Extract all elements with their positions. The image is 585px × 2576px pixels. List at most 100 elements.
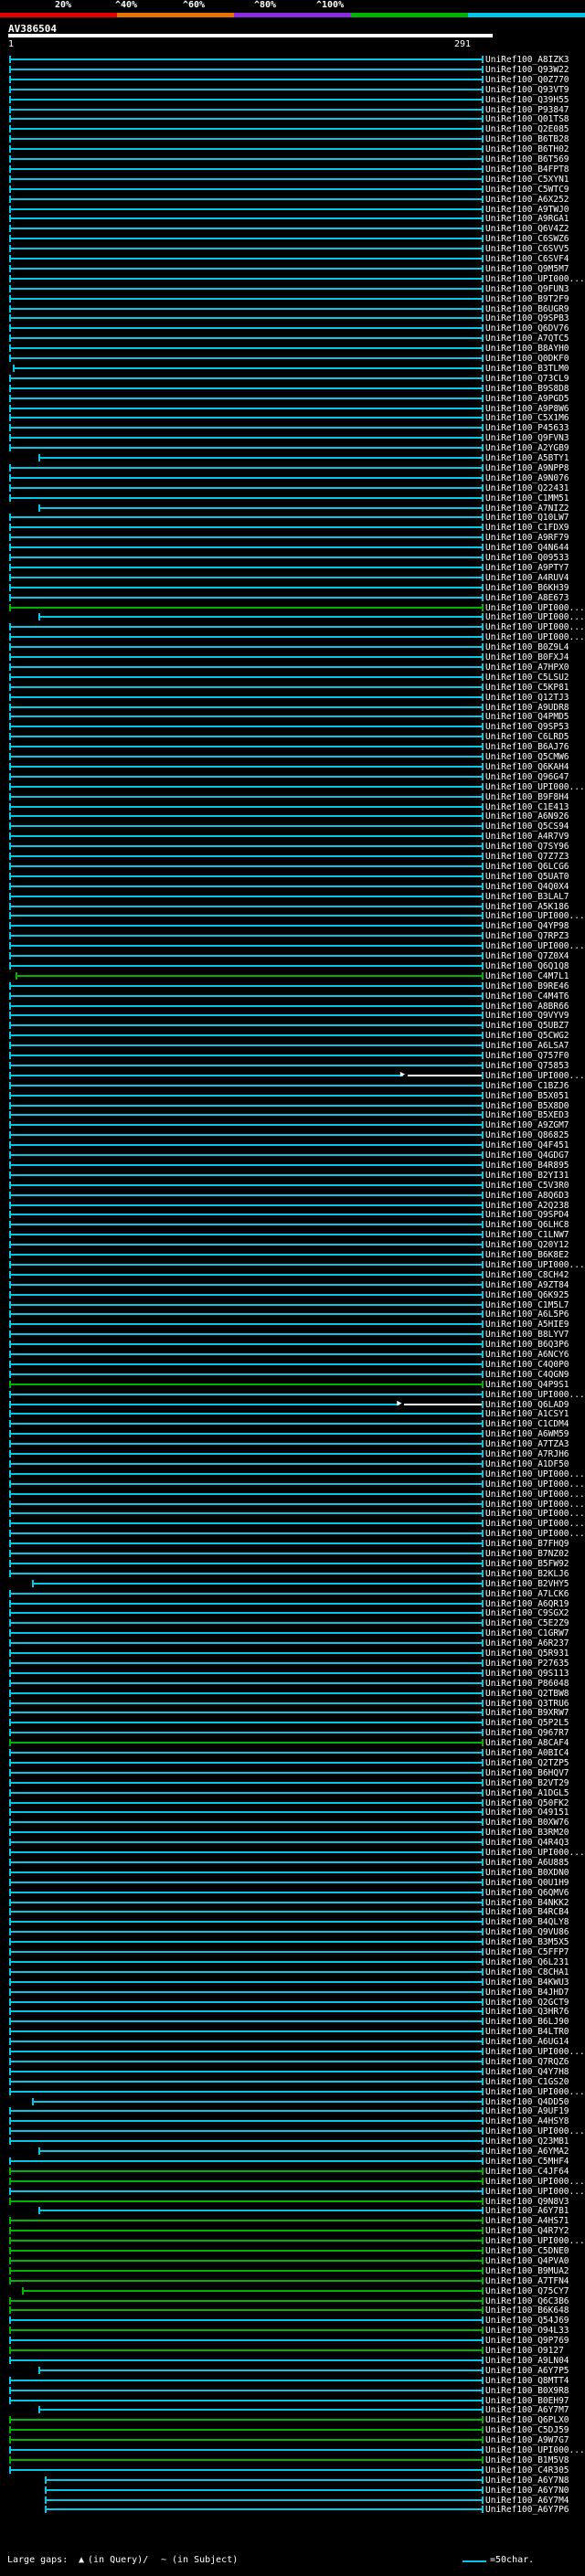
hit-row[interactable]: UniRef100_A0BIC4	[0, 1748, 585, 1758]
hit-label[interactable]: UniRef100_Q4F451	[485, 1140, 569, 1150]
hit-row[interactable]: UniRef100_A4RUV4	[0, 573, 585, 583]
hit-row[interactable]: UniRef100_Q4F451	[0, 1140, 585, 1150]
hit-row[interactable]: UniRef100_O9127	[0, 2346, 585, 2356]
hit-row[interactable]: UniRef100_C1BZJ6	[0, 1081, 585, 1091]
hit-row[interactable]: UniRef100_C1FDX9	[0, 523, 585, 533]
hit-label[interactable]: UniRef100_C5LSU2	[485, 673, 569, 683]
hit-row[interactable]: UniRef100_Q50FK2	[0, 1798, 585, 1808]
hit-label[interactable]: UniRef100_P86048	[485, 1679, 569, 1689]
hit-row[interactable]: UniRef100_C5KP81	[0, 683, 585, 693]
hit-label[interactable]: UniRef100_B8LYV7	[485, 1330, 569, 1340]
hit-label[interactable]: UniRef100_Q6DV76	[485, 323, 569, 334]
hit-label[interactable]: UniRef100_B6Q3P6	[485, 1340, 569, 1350]
hit-row[interactable]: UniRef100_C5MHF4	[0, 2157, 585, 2167]
hit-label[interactable]: UniRef100_C1BZJ6	[485, 1081, 569, 1091]
hit-row[interactable]: UniRef100_Q757F0	[0, 1051, 585, 1061]
hit-row[interactable]: UniRef100_A6Y7B1	[0, 2206, 585, 2216]
hit-row[interactable]: UniRef100_Q3TRU6	[0, 1699, 585, 1709]
hit-row[interactable]: UniRef100_A6Y7N8	[0, 2475, 585, 2486]
hit-row[interactable]: UniRef100_C5XYN1	[0, 175, 585, 185]
hit-row[interactable]: UniRef100_Q22431	[0, 483, 585, 493]
hit-row[interactable]: UniRef100_B4KWU3	[0, 1977, 585, 1988]
hit-row[interactable]: UniRef100_Q86825	[0, 1130, 585, 1140]
hit-label[interactable]: UniRef100_UPI000...	[485, 1260, 585, 1270]
hit-row[interactable]: UniRef100_A8E673	[0, 593, 585, 603]
hit-label[interactable]: UniRef100_UPI000...	[485, 1509, 585, 1519]
hit-row[interactable]: UniRef100_UPI000...	[0, 2087, 585, 2097]
hit-label[interactable]: UniRef100_A8IZK3	[485, 55, 569, 65]
hit-row[interactable]: UniRef100_P27635	[0, 1659, 585, 1669]
hit-label[interactable]: UniRef100_A6YMA2	[485, 2147, 569, 2157]
hit-label[interactable]: UniRef100_A9UDR8	[485, 703, 569, 713]
hit-row[interactable]: UniRef100_C1MM51	[0, 493, 585, 504]
hit-row[interactable]: UniRef100_A6Y7N0	[0, 2486, 585, 2496]
hit-row[interactable]: UniRef100_B9T2F9	[0, 294, 585, 304]
hit-row[interactable]: UniRef100_B4LTR0	[0, 2027, 585, 2037]
hit-label[interactable]: UniRef100_A6X252	[485, 195, 569, 205]
hit-row[interactable]: UniRef100_A6QR19	[0, 1599, 585, 1609]
hit-label[interactable]: UniRef100_UPI000...	[485, 1519, 585, 1529]
hit-row[interactable]: UniRef100_A7RJH6	[0, 1449, 585, 1459]
hit-label[interactable]: UniRef100_Q5R931	[485, 1648, 569, 1659]
hit-row[interactable]: UniRef100_Q0U1H9	[0, 1878, 585, 1888]
hit-label[interactable]: UniRef100_UPI000...	[485, 2126, 585, 2136]
hit-label[interactable]: UniRef100_Q3TRU6	[485, 1699, 569, 1709]
hit-label[interactable]: UniRef100_UPI000...	[485, 2047, 585, 2057]
hit-row[interactable]: UniRef100_C1GRW7	[0, 1628, 585, 1638]
hit-label[interactable]: UniRef100_UPI000...	[485, 782, 585, 792]
hit-row[interactable]: UniRef100_B9S8D8	[0, 384, 585, 394]
hit-label[interactable]: UniRef100_P27635	[485, 1659, 569, 1669]
hit-row[interactable]: UniRef100_Q9VU86	[0, 1927, 585, 1937]
hit-label[interactable]: UniRef100_A0BIC4	[485, 1748, 569, 1758]
hit-row[interactable]: UniRef100_Q5P2L5	[0, 1718, 585, 1728]
hit-row[interactable]: UniRef100_UPI000...	[0, 1529, 585, 1539]
hit-label[interactable]: UniRef100_Q7SY96	[485, 842, 569, 852]
hit-row[interactable]: UniRef100_C6SVV5	[0, 244, 585, 254]
hit-label[interactable]: UniRef100_Q39H55	[485, 95, 569, 105]
hit-row[interactable]: UniRef100_Q9S113	[0, 1669, 585, 1679]
hit-row[interactable]: UniRef100_C6LRD5	[0, 732, 585, 742]
hit-row[interactable]: UniRef100_A9ZT84	[0, 1280, 585, 1290]
hit-row[interactable]: UniRef100_B7FHQ9	[0, 1539, 585, 1549]
hit-label[interactable]: UniRef100_A5HIE9	[485, 1320, 569, 1330]
hit-row[interactable]: UniRef100_B0XDN0	[0, 1868, 585, 1878]
hit-label[interactable]: UniRef100_Q8MTT4	[485, 2376, 569, 2386]
hit-label[interactable]: UniRef100_C5WTC9	[485, 185, 569, 195]
hit-label[interactable]: UniRef100_C1M5L7	[485, 1300, 569, 1310]
hit-label[interactable]: UniRef100_B0XW76	[485, 1818, 569, 1828]
hit-label[interactable]: UniRef100_O94L33	[485, 2326, 569, 2336]
hit-row[interactable]: UniRef100_C4Q0P0	[0, 1360, 585, 1370]
hit-row[interactable]: UniRef100_Q6QMV6	[0, 1888, 585, 1898]
hit-label[interactable]: UniRef100_B6K648	[485, 2306, 569, 2316]
hit-label[interactable]: UniRef100_A6L5P6	[485, 1309, 569, 1320]
hit-label[interactable]: UniRef100_Q9VU86	[485, 1927, 569, 1937]
hit-row[interactable]: UniRef100_Q5CWG2	[0, 1031, 585, 1041]
hit-label[interactable]: UniRef100_B4QLY8	[485, 1917, 569, 1927]
hit-label[interactable]: UniRef100_A4R7V9	[485, 832, 569, 842]
hit-label[interactable]: UniRef100_A6Y7P6	[485, 2505, 569, 2515]
hit-row[interactable]: UniRef100_Q6L231	[0, 1957, 585, 1967]
hit-label[interactable]: UniRef100_Q7RQZ6	[485, 2057, 569, 2067]
hit-row[interactable]: UniRef100_Q4Q0X4	[0, 882, 585, 892]
hit-label[interactable]: UniRef100_A7NIZ2	[485, 504, 569, 514]
hit-label[interactable]: UniRef100_C8CH42	[485, 1270, 569, 1280]
hit-label[interactable]: UniRef100_Q22431	[485, 483, 569, 493]
hit-row[interactable]: UniRef100_A8BR66	[0, 1002, 585, 1012]
hit-row[interactable]: UniRef100_Q7SY96	[0, 842, 585, 852]
hit-label[interactable]: UniRef100_C5KP81	[485, 683, 569, 693]
hit-row[interactable]: UniRef100_A9RGA1	[0, 214, 585, 224]
hit-label[interactable]: UniRef100_B3LAL7	[485, 892, 569, 902]
hit-label[interactable]: UniRef100_B6AJ76	[485, 742, 569, 752]
hit-label[interactable]: UniRef100_A7HPX0	[485, 663, 569, 673]
hit-label[interactable]: UniRef100_Q9P769	[485, 2336, 569, 2346]
hit-label[interactable]: UniRef100_UPI000...	[485, 1500, 585, 1510]
hit-row[interactable]: UniRef100_P93847	[0, 105, 585, 115]
hit-label[interactable]: UniRef100_Q4GDG7	[485, 1150, 569, 1161]
hit-row[interactable]: UniRef100_UPI000...	[0, 1848, 585, 1858]
hit-label[interactable]: UniRef100_Q6PLX0	[485, 2415, 569, 2425]
hit-row[interactable]: UniRef100_B0XW76	[0, 1818, 585, 1828]
hit-row[interactable]: UniRef100_Q9VYV9	[0, 1011, 585, 1021]
hit-label[interactable]: UniRef100_B5FW92	[485, 1559, 569, 1569]
hit-label[interactable]: UniRef100_Q75853	[485, 1061, 569, 1071]
hit-row[interactable]: UniRef100_C5WTC9	[0, 185, 585, 195]
